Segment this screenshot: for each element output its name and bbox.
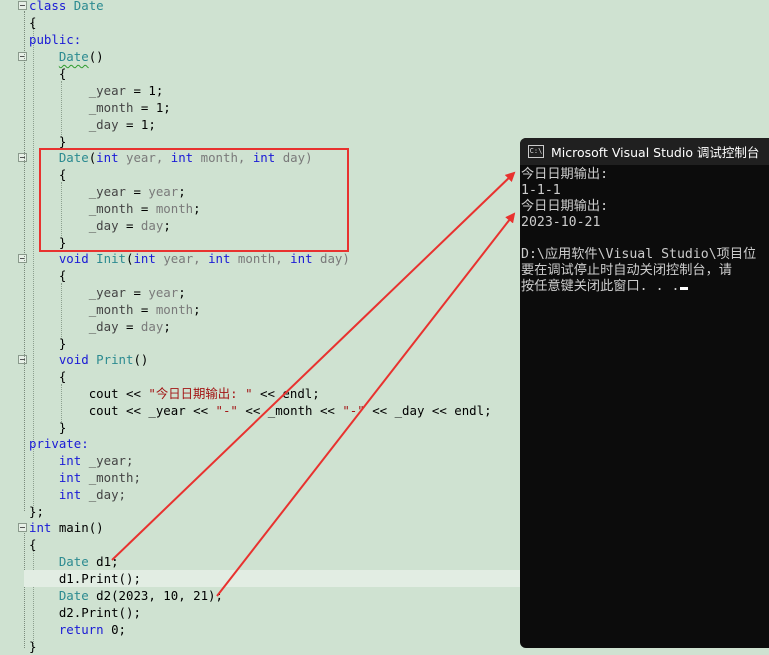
arrow-d2-to-output: [216, 212, 516, 597]
annotation-arrows: [111, 171, 516, 597]
arrow-d1-to-output: [111, 171, 516, 561]
